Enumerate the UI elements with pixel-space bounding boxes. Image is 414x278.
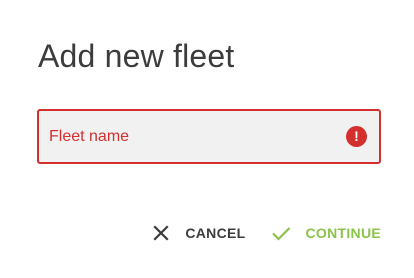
fleet-name-input[interactable] xyxy=(49,111,339,162)
fleet-name-field[interactable]: ! xyxy=(37,109,381,164)
continue-button[interactable]: CONTINUE xyxy=(271,223,381,243)
dialog-title: Add new fleet xyxy=(38,38,235,74)
dialog-actions: CANCEL CONTINUE xyxy=(151,220,381,246)
alert-circle-icon: ! xyxy=(346,126,367,147)
cancel-button[interactable]: CANCEL xyxy=(151,223,245,243)
cancel-label: CANCEL xyxy=(185,225,246,241)
check-icon xyxy=(271,223,291,243)
add-fleet-dialog: Add new fleet ! CANCEL CONTINUE xyxy=(0,0,414,278)
close-icon xyxy=(151,223,171,243)
continue-label: CONTINUE xyxy=(305,225,381,241)
